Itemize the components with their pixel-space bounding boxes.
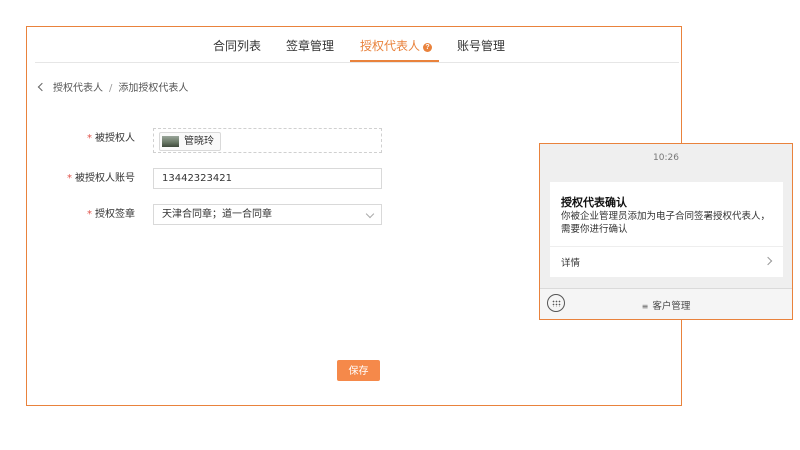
chevron-right-icon xyxy=(763,256,773,266)
breadcrumb-separator: / xyxy=(109,83,113,94)
save-button[interactable]: 保存 xyxy=(337,360,380,381)
phone-bottom-bar: ≡ 客户管理 xyxy=(540,288,792,319)
grantee-name: 管晓玲 xyxy=(184,136,214,147)
grantee-picker[interactable]: 管晓玲 xyxy=(153,128,382,153)
tab-authorized-representative-label: 授权代表人 xyxy=(360,39,421,53)
grantee-tag[interactable]: 管晓玲 xyxy=(159,132,221,151)
avatar xyxy=(162,136,179,147)
card-divider xyxy=(550,246,783,247)
tab-divider xyxy=(35,62,679,63)
seal-label-text: 授权签章 xyxy=(95,209,135,220)
seal-label: * 授权签章 xyxy=(87,208,135,222)
card-title: 授权代表确认 xyxy=(561,196,627,209)
account-label: * 被授权人账号 xyxy=(67,172,135,186)
required-mark: * xyxy=(87,133,92,144)
tab-account-management[interactable]: 账号管理 xyxy=(457,38,505,54)
tab-bar: 合同列表 签章管理 授权代表人? 账号管理 xyxy=(27,27,681,63)
tab-contract-list[interactable]: 合同列表 xyxy=(213,38,261,54)
seal-select[interactable]: 天津合同章；道一合同章 xyxy=(153,204,382,225)
confirmation-card[interactable]: 授权代表确认 你被企业管理员添加为电子合同签署授权代表人，需要你进行确认 详情 xyxy=(550,182,783,277)
breadcrumb: 授权代表人 / 添加授权代表人 xyxy=(37,82,189,96)
card-detail-link[interactable]: 详情 xyxy=(561,255,580,269)
account-input[interactable]: 13442323421 xyxy=(153,168,382,189)
customer-management-menu[interactable]: ≡ 客户管理 xyxy=(540,298,792,312)
menu-lines-icon: ≡ xyxy=(641,302,649,311)
grantee-label-text: 被授权人 xyxy=(95,133,135,144)
back-chevron-icon[interactable] xyxy=(37,82,47,92)
seal-select-value: 天津合同章；道一合同章 xyxy=(162,209,272,220)
grantee-label: * 被授权人 xyxy=(87,132,135,146)
tab-authorized-representative[interactable]: 授权代表人? xyxy=(360,38,433,54)
breadcrumb-current: 添加授权代表人 xyxy=(118,83,189,94)
help-icon[interactable]: ? xyxy=(423,43,433,52)
required-mark: * xyxy=(87,209,92,220)
chevron-down-icon xyxy=(365,209,375,219)
mobile-notification-preview: 10:26 授权代表确认 你被企业管理员添加为电子合同签署授权代表人，需要你进行… xyxy=(539,143,793,320)
account-label-text: 被授权人账号 xyxy=(75,173,135,184)
required-mark: * xyxy=(67,173,72,184)
breadcrumb-parent-link[interactable]: 授权代表人 xyxy=(53,83,103,94)
card-body: 你被企业管理员添加为电子合同签署授权代表人，需要你进行确认 xyxy=(561,211,771,235)
phone-time: 10:26 xyxy=(653,153,679,163)
menu-label: 客户管理 xyxy=(652,301,691,312)
tab-seal-management[interactable]: 签章管理 xyxy=(286,38,334,54)
